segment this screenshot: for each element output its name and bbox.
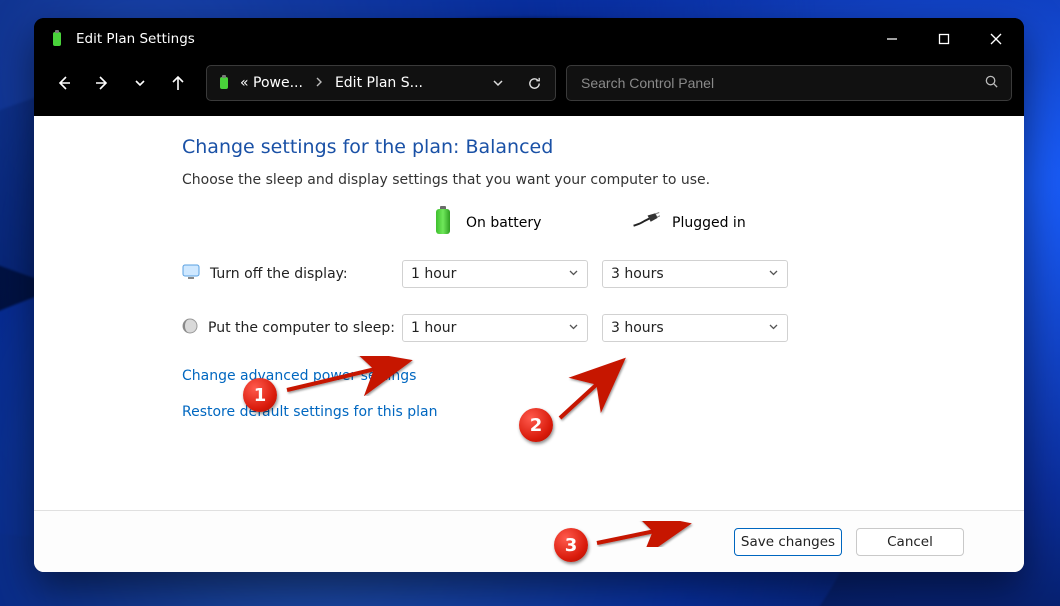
annotation-marker-1: 1 [243, 378, 277, 412]
annotation-arrows [0, 0, 1060, 606]
annotation-marker-2: 2 [519, 408, 553, 442]
desktop-wallpaper: Edit Plan Settings [0, 0, 1060, 606]
annotation-marker-3: 3 [554, 528, 588, 562]
